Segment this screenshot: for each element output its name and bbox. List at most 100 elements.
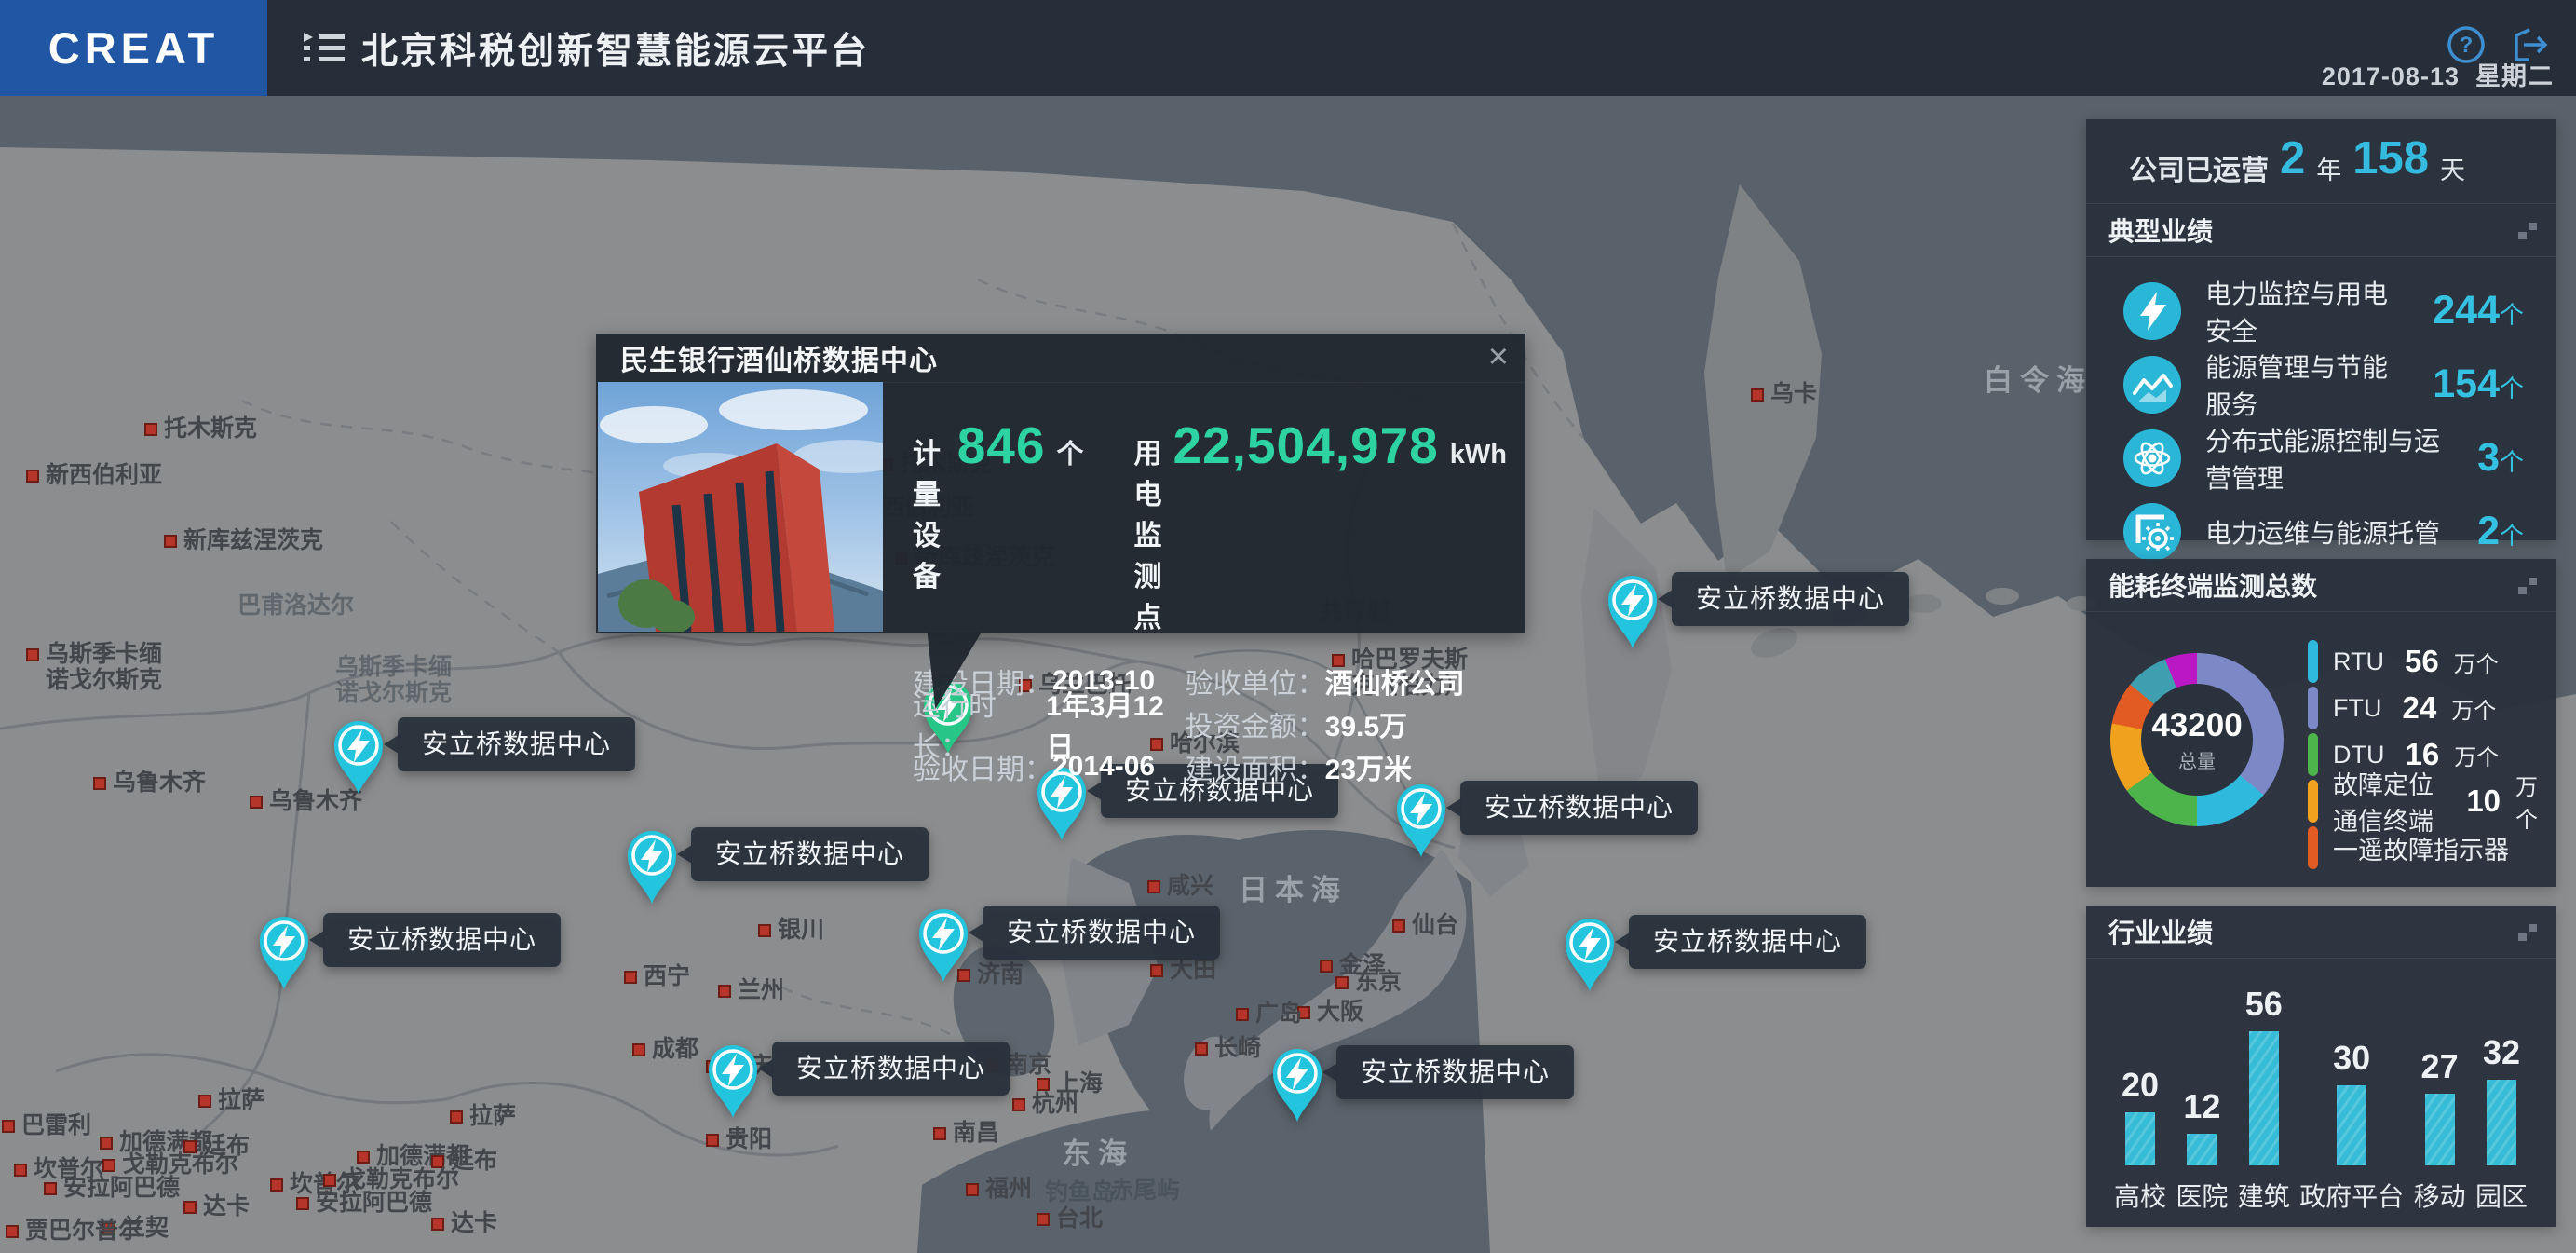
detail-value: 23万米 xyxy=(1325,746,1412,787)
map-marker-cyan[interactable]: 安立桥数据中心 xyxy=(1268,1045,1327,1124)
legend-item: RTU 56 万个 xyxy=(2308,638,2541,685)
typical-item[interactable]: 电力监控与用电安全 244个 xyxy=(2086,274,2556,347)
legend-color-bar xyxy=(2308,826,2318,869)
top-header: CREAT 北京科税创新智慧能源云平台 ? 2017-08-13 星期二 xyxy=(0,0,2576,96)
lightning-pin-icon xyxy=(1391,781,1451,859)
right-sidebar: 公司已运营 2 年 158 天 典型业绩 电力监控与用电安全244个能源管理与节… xyxy=(2086,119,2556,1227)
typical-item[interactable]: 电力运维与能源托管2个 xyxy=(2086,495,2556,568)
legend-value: 56 xyxy=(2405,644,2439,679)
section-header-typical: 典型业绩 xyxy=(2086,204,2556,257)
bar xyxy=(2425,1094,2455,1165)
bar-column: 32 园区 xyxy=(2475,985,2528,1214)
stat-value: 22,504,978 xyxy=(1173,415,1439,475)
map-marker-cyan[interactable]: 安立桥数据中心 xyxy=(254,913,314,991)
typical-item-value: 3个 xyxy=(2477,435,2524,481)
map-marker-label[interactable]: 安立桥数据中心 xyxy=(323,913,561,967)
typical-item-value: 244个 xyxy=(2433,288,2524,334)
typical-item-label: 能源管理与节能服务 xyxy=(2205,347,2408,422)
map-marker-cyan[interactable]: 安立桥数据中心 xyxy=(1391,781,1451,859)
typical-item-label: 电力监控与用电安全 xyxy=(2205,274,2408,348)
map-marker-cyan[interactable]: 安立桥数据中心 xyxy=(914,906,973,984)
map-marker-label[interactable]: 安立桥数据中心 xyxy=(1629,915,1866,969)
typical-item-label: 电力运维与能源托管 xyxy=(2205,513,2453,551)
menu-icon[interactable] xyxy=(300,28,346,74)
typical-item[interactable]: 分布式能源控制与运营管理 3个 xyxy=(2086,421,2556,495)
typical-item[interactable]: 能源管理与节能服务 154个 xyxy=(2086,347,2556,421)
detail-value: 酒仙桥公司 xyxy=(1325,661,1465,701)
bar xyxy=(2125,1112,2155,1165)
legend-unit: 万个 xyxy=(2454,739,2499,771)
popup-body: 计量设备846个用电监测点22,504,978kWh 建设日期：2013-10运… xyxy=(913,382,1507,633)
lightning-pin-icon xyxy=(329,717,388,796)
bar-value-label: 30 xyxy=(2333,1039,2370,1078)
bar-column: 27移动 xyxy=(2414,985,2466,1214)
expand-icon[interactable] xyxy=(2518,924,2537,941)
map-marker-label[interactable]: 安立桥数据中心 xyxy=(398,717,635,771)
legend-item: FTU24万个 xyxy=(2308,685,2541,731)
bar xyxy=(2187,1134,2217,1165)
wave-chart-icon xyxy=(2123,356,2181,414)
legend-value: 10 xyxy=(2466,783,2501,819)
expand-icon[interactable] xyxy=(2518,578,2537,594)
legend-label: RTU xyxy=(2333,647,2384,676)
lightning-pin-icon xyxy=(622,827,682,906)
bar-column: 20高校 xyxy=(2114,985,2166,1214)
panel-terminal-monitoring: 能耗终端监测总数 43200 总量 RTU56万个FTU24万个DTU16万个故… xyxy=(2086,559,2556,887)
legend-color-bar xyxy=(2308,780,2318,823)
lightning-pin-icon xyxy=(1268,1045,1327,1124)
terminals-donut-chart: 43200 总量 RTU56万个FTU24万个DTU16万个故障定位通信终端10… xyxy=(2086,612,2556,892)
map-marker-label[interactable]: 安立桥数据中心 xyxy=(983,906,1220,960)
legend-color-bar xyxy=(2308,733,2318,776)
industry-bar-chart: 20高校12医院56建筑30政府平台27移动32园区 xyxy=(2086,959,2556,1227)
bar xyxy=(2249,1031,2279,1165)
detail-label: 验收单位： xyxy=(1186,661,1325,701)
map-marker-label[interactable]: 安立桥数据中心 xyxy=(1460,781,1698,835)
map-marker-cyan[interactable]: 安立桥数据中心 xyxy=(1560,915,1620,993)
donut-ring: 43200 总量 xyxy=(2110,653,2284,826)
map-marker-label[interactable]: 安立桥数据中心 xyxy=(1672,572,1909,626)
map-marker-label[interactable]: 安立桥数据中心 xyxy=(772,1042,1010,1096)
bar-value-label: 27 xyxy=(2421,1047,2459,1086)
popup-header: 民生银行酒仙桥数据中心 × xyxy=(596,334,1525,383)
close-icon[interactable]: × xyxy=(1488,339,1509,375)
map-marker-cyan[interactable]: 安立桥数据中心 xyxy=(1603,572,1662,650)
map-marker-cyan[interactable]: 安立桥数据中心 xyxy=(329,717,388,796)
popup-stat: 用电监测点22,504,978kWh xyxy=(1134,415,1508,635)
section-header-industry: 行业业绩 xyxy=(2086,906,2556,959)
bar xyxy=(2337,1085,2366,1165)
map-marker-label[interactable]: 安立桥数据中心 xyxy=(1336,1045,1574,1099)
datacenter-info-popup: 民生银行酒仙桥数据中心 × xyxy=(596,334,1525,633)
section-header-terminals: 能耗终端监测总数 xyxy=(2086,559,2556,612)
stat-label: 计量设备 xyxy=(913,430,946,594)
legend-value: 24 xyxy=(2402,690,2436,726)
detail-label: 投资金额： xyxy=(1186,703,1325,744)
lightning-pin-icon xyxy=(254,913,314,991)
detail-label: 验收日期： xyxy=(913,746,1052,787)
operation-days: 158 xyxy=(2352,132,2429,184)
legend-label: 一遥故障指示器 xyxy=(2333,830,2509,866)
typical-performance-list: 电力监控与用电安全 244个能源管理与节能服务 154个分布式能源控制与运营管理 3个… xyxy=(2086,257,2556,568)
legend-color-bar xyxy=(2308,687,2318,729)
bar-value-label: 32 xyxy=(2483,1033,2520,1072)
operation-label: 公司已运营 xyxy=(2129,147,2269,188)
typical-item-label: 分布式能源控制与运营管理 xyxy=(2205,421,2453,496)
legend-unit: 万个 xyxy=(2451,692,2496,725)
stat-value: 846 xyxy=(957,415,1046,475)
lightning-pin-icon xyxy=(1560,915,1620,993)
bar-category-label: 高校 xyxy=(2114,1177,2166,1214)
map-marker-label[interactable]: 安立桥数据中心 xyxy=(691,827,929,881)
expand-icon[interactable] xyxy=(2518,223,2537,239)
popup-pointer-tail xyxy=(928,633,990,709)
detail-value: 39.5万 xyxy=(1325,703,1407,744)
lightning-pin-icon xyxy=(914,906,973,984)
stat-unit: 个 xyxy=(1056,432,1083,471)
donut-center: 43200 总量 xyxy=(2141,684,2253,796)
lightning-pin-icon xyxy=(1603,572,1662,650)
bar-category-label: 医院 xyxy=(2176,1177,2228,1214)
legend-unit: 万个 xyxy=(2454,646,2499,678)
map-marker-cyan[interactable]: 安立桥数据中心 xyxy=(703,1042,763,1120)
map-marker-cyan[interactable]: 安立桥数据中心 xyxy=(622,827,682,906)
typical-item-value: 154个 xyxy=(2433,361,2524,407)
detail-value: 2014-06 xyxy=(1052,751,1155,783)
bar-category-label: 园区 xyxy=(2475,1177,2528,1214)
